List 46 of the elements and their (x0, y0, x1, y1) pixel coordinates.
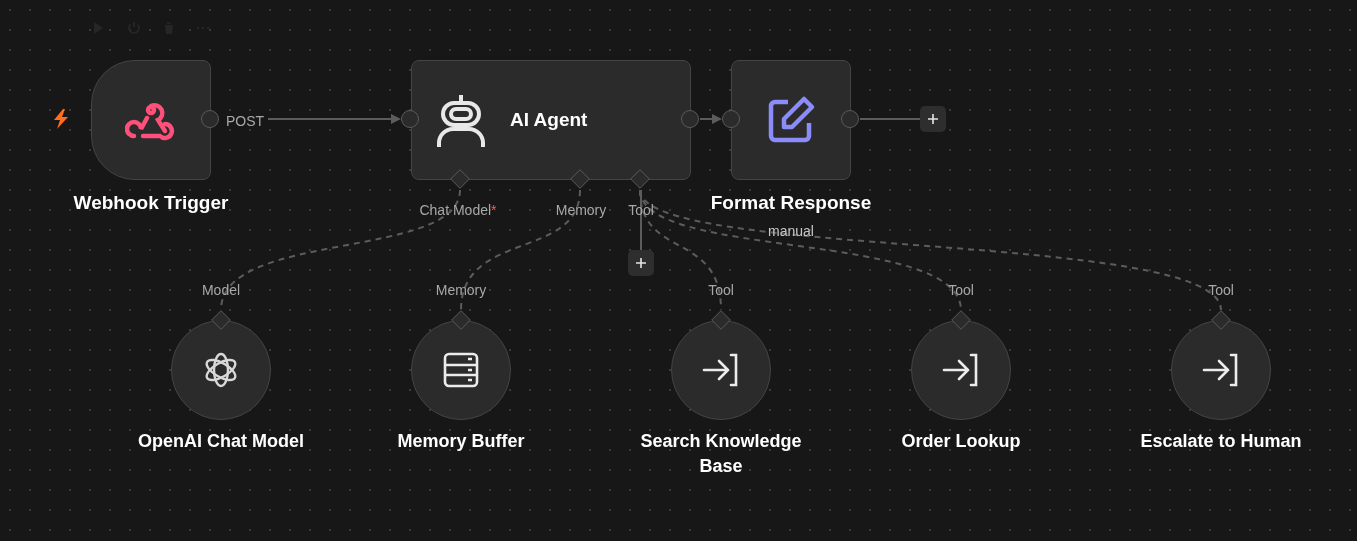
node-title: Escalate to Human (1139, 430, 1303, 453)
port-label: Tool (948, 281, 974, 300)
trigger-node[interactable] (91, 60, 211, 180)
plus-icon (635, 257, 647, 269)
add-button[interactable] (920, 106, 946, 132)
port-label: Chat Model* (419, 201, 497, 220)
agent-node[interactable]: AI Agent (411, 60, 691, 180)
port-handle[interactable] (711, 310, 731, 330)
lightning-icon (52, 109, 70, 129)
plus-icon (927, 113, 939, 125)
arrow-into-bracket-icon (1202, 353, 1240, 387)
connection-line (859, 118, 921, 120)
add-button[interactable] (628, 250, 654, 276)
port-handle[interactable] (570, 169, 590, 189)
connection-label: POST (226, 112, 265, 131)
connection-arrow (699, 114, 722, 124)
connection-line (640, 189, 642, 251)
arrow-into-bracket-icon (702, 353, 740, 387)
port-label: Tool (708, 281, 734, 300)
server-icon (443, 352, 479, 388)
node-subtitle: manual (768, 222, 814, 241)
node-title: Webhook Trigger (73, 191, 229, 215)
port-handle[interactable] (1211, 310, 1231, 330)
action-node[interactable] (731, 60, 851, 180)
port-handle[interactable] (630, 169, 650, 189)
port-label: Memory (555, 201, 607, 220)
edit-icon (766, 95, 816, 145)
port-label: Tool (628, 201, 654, 220)
port-handle[interactable] (450, 169, 470, 189)
input-handle[interactable] (722, 110, 740, 128)
node-title: Memory Buffer (396, 430, 526, 453)
port-label: Model (201, 281, 241, 300)
node-title: AI Agent (510, 107, 588, 132)
port-handle[interactable] (211, 310, 231, 330)
node-title: Order Lookup (900, 430, 1022, 453)
input-handle[interactable] (401, 110, 419, 128)
port-handle[interactable] (451, 310, 471, 330)
node-title: OpenAI Chat Model (137, 430, 305, 453)
more-icon[interactable] (196, 25, 210, 31)
robot-icon (434, 93, 488, 147)
port-handle[interactable] (951, 310, 971, 330)
arrow-into-bracket-icon (942, 353, 980, 387)
node-title: Format Response (710, 191, 872, 215)
port-label: Tool (1208, 281, 1234, 300)
node-title: Search Knowledge Base (639, 430, 803, 478)
port-label: Memory (435, 281, 487, 300)
